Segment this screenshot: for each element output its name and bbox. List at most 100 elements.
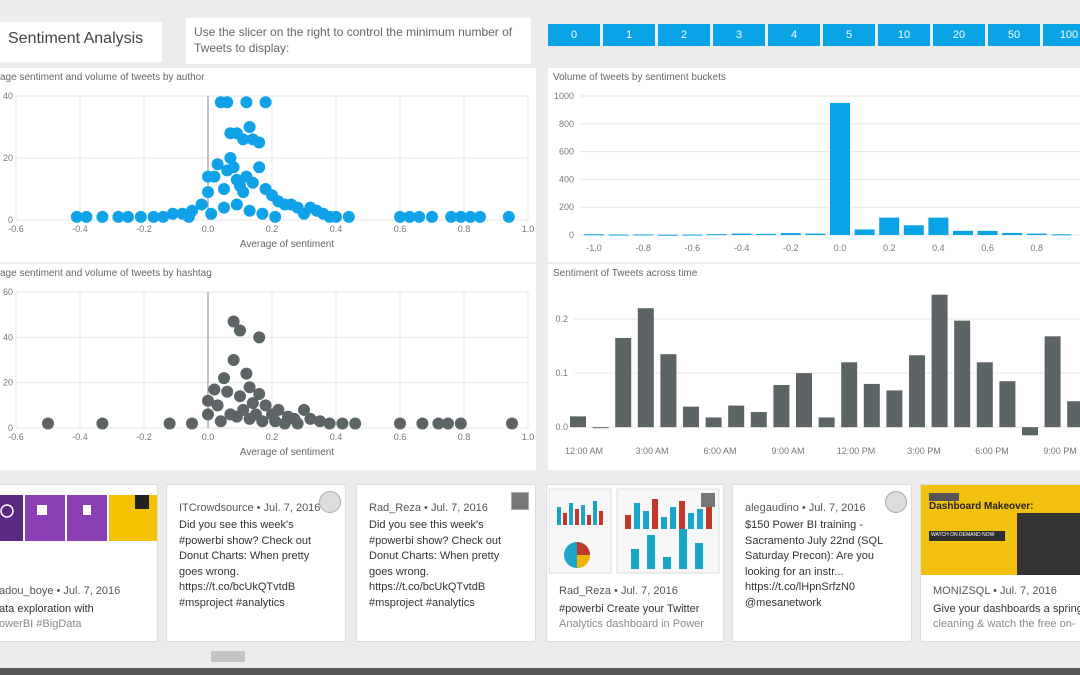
bar	[879, 217, 900, 235]
bar	[707, 234, 727, 236]
data-point	[243, 412, 256, 425]
x-tick-label: 9:00 AM	[771, 446, 804, 456]
thumbnail-bar	[593, 501, 597, 525]
tweet-card[interactable]: Rad_Reza • Jul. 7, 2016 #powerbi Create …	[546, 484, 724, 642]
x-tick-label: 0.6	[981, 243, 994, 253]
slicer-option[interactable]: 3	[713, 24, 765, 46]
bar	[1026, 233, 1047, 235]
tweet-banner-image	[921, 485, 1080, 575]
instructions-tile: Use the slicer on the right to control t…	[186, 18, 531, 64]
x-tick-label: 0.6	[394, 224, 407, 234]
data-point	[211, 399, 224, 412]
thumbnail-bar	[695, 543, 703, 569]
data-point	[234, 390, 246, 403]
tweet-image	[548, 488, 720, 574]
data-point	[221, 385, 234, 398]
thumbnail-bar	[643, 511, 649, 529]
x-tick-label: 0.8	[458, 432, 471, 442]
bar	[1022, 427, 1038, 436]
slicer-option[interactable]: 4	[768, 24, 820, 46]
x-tick-label: 0.8	[1031, 243, 1044, 253]
thumbnail-bar	[563, 513, 567, 525]
thumbnail-bar	[661, 517, 667, 529]
slicer-option[interactable]: 10	[878, 24, 930, 46]
thumbnail-bar	[688, 513, 694, 529]
data-point	[218, 183, 230, 195]
tweet-card[interactable]: adou_boye • Jul. 7, 2016 ata exploration…	[0, 484, 158, 642]
data-point	[96, 417, 109, 430]
x-tick-label: -0.2	[136, 432, 152, 442]
data-point	[221, 96, 234, 109]
y-tick-label: 20	[3, 153, 13, 163]
tweet-text: Analytics dashboard in Power	[559, 618, 704, 630]
bar	[750, 412, 767, 428]
avatar	[885, 491, 907, 513]
data-point	[253, 136, 266, 149]
slicer-option[interactable]: 100	[1043, 24, 1080, 46]
bucket-bar-chart[interactable]: 0 200 400 600 800 1000 -1.0 -0.8 -0.6 -0.4 -0.2 0.0…	[548, 68, 1080, 262]
y-tick-label: 0	[8, 215, 13, 225]
data-point	[291, 417, 304, 430]
x-tick-label: -1.0	[586, 243, 602, 253]
bar	[570, 416, 586, 428]
data-point	[214, 415, 227, 428]
x-tick-label: -0.8	[635, 243, 651, 253]
author-scatter-chart[interactable]: -0.6 -0.4 -0.2 0.0 0.2 0.4 0.6 0.8 1.0 0 20 40 Avera…	[0, 68, 536, 262]
bar	[977, 230, 998, 235]
slicer-option[interactable]: 50	[988, 24, 1040, 46]
hashtag-scatter-chart[interactable]: -0.6 -0.4 -0.2 0.0 0.2 0.4 0.6 0.8 1.0 0 20 40 60 Ave…	[0, 264, 536, 470]
bar	[830, 102, 850, 235]
data-point	[227, 354, 240, 366]
y-tick-label: 60	[3, 287, 13, 297]
bar	[976, 362, 993, 428]
tweet-card[interactable]: Rad_Reza • Jul. 7, 2016 Did you see this…	[356, 484, 536, 642]
tweet-text: Give your dashboards a spring	[933, 603, 1080, 615]
slicer-option[interactable]: 0	[548, 24, 600, 46]
tweet-card[interactable]: Dashboard Makeover: WATCH ON DEMAND NOW …	[920, 484, 1080, 642]
data-point	[253, 161, 266, 174]
tweet-card[interactable]: alegaudino • Jul. 7, 2016 $150 Power BI …	[732, 484, 912, 642]
y-tick-label: 1000	[554, 91, 574, 101]
data-point	[230, 198, 243, 211]
thumbnail-bar	[670, 507, 676, 529]
slicer-option[interactable]: 1	[603, 24, 655, 46]
bar	[999, 381, 1016, 428]
bar	[660, 354, 677, 428]
thumbnail-bar	[647, 535, 655, 569]
bucket-bar-panel[interactable]: Volume of tweets by sentiment buckets 02…	[548, 68, 1080, 262]
bar	[1044, 336, 1061, 428]
slicer-option[interactable]: 5	[823, 24, 875, 46]
bar	[633, 234, 654, 236]
x-tick-label: 9:00 PM	[1043, 446, 1077, 456]
author-scatter-panel[interactable]: age sentiment and volume of tweets by au…	[0, 68, 536, 262]
x-tick-label: 0.8	[458, 224, 471, 234]
data-point	[218, 372, 230, 385]
horizontal-scrollbar-thumb[interactable]	[211, 651, 245, 662]
data-point	[205, 207, 218, 220]
data-point	[202, 408, 214, 421]
y-tick-label: 0.0	[555, 422, 568, 432]
hashtag-scatter-panel[interactable]: age sentiment and volume of tweets by ha…	[0, 264, 536, 470]
tweet-card[interactable]: ITCrowdsource • Jul. 7, 2016 Did you see…	[166, 484, 346, 642]
slicer-option[interactable]: 20	[933, 24, 985, 46]
y-tick-label: 0	[569, 230, 574, 240]
time-bar-chart[interactable]: 0.0 0.1 0.2 12:00 AM 3:00 AM 6:00 AM 9:00 AM 12…	[548, 264, 1080, 470]
data-point	[259, 96, 272, 109]
time-bar-panel[interactable]: Sentiment of Tweets across time 0.0 0.1 0.…	[548, 264, 1080, 470]
tweet-count-slicer[interactable]: 0 1 2 3 4 5 10 20 50 100	[548, 24, 1080, 46]
bar	[1002, 232, 1023, 235]
thumbnail-bar	[581, 505, 585, 525]
x-tick-label: 3:00 PM	[907, 446, 941, 456]
x-tick-label: 0.4	[330, 432, 343, 442]
bar	[931, 294, 948, 428]
data-point	[208, 383, 221, 396]
thumbnail-bar	[625, 515, 631, 529]
x-tick-label: -0.6	[685, 243, 701, 253]
banner-title: Dashboard Makeover:	[929, 501, 1034, 512]
bar	[863, 383, 880, 428]
slicer-option[interactable]: 2	[658, 24, 710, 46]
tweet-text: Did you see this week's #powerbi show? Ch…	[369, 519, 502, 609]
data-point	[237, 186, 250, 199]
bar	[886, 390, 903, 428]
bottom-bar	[0, 668, 1080, 675]
